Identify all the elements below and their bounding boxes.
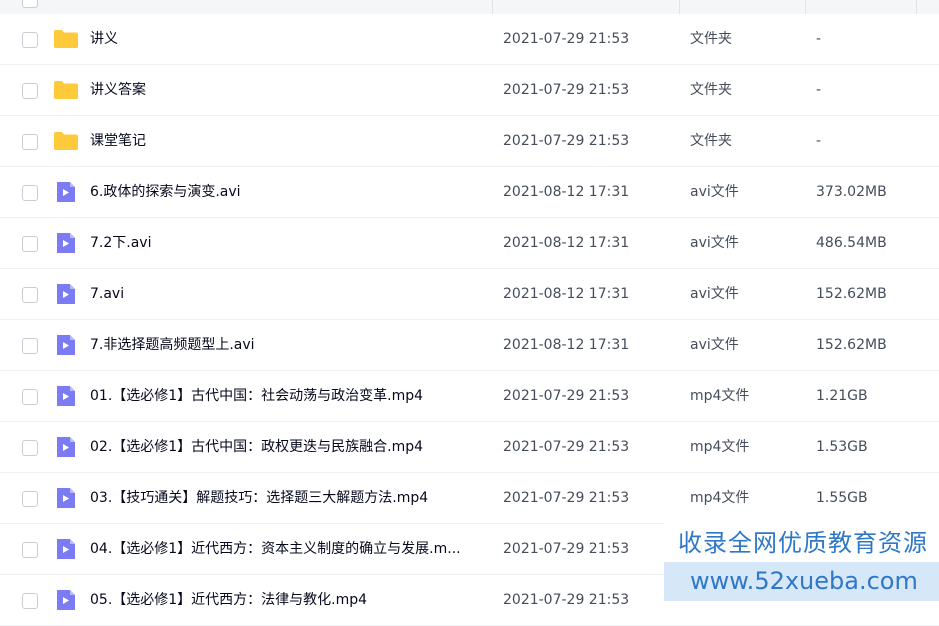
- watermark-url: www.52xueba.com: [690, 567, 918, 595]
- row-checkbox[interactable]: [22, 32, 38, 48]
- row-checkbox[interactable]: [22, 389, 38, 405]
- file-type: 文件夹: [690, 82, 732, 98]
- file-name[interactable]: 讲义答案: [90, 80, 146, 100]
- video-file-icon: [53, 181, 79, 203]
- file-name[interactable]: 01.【选必修1】古代中国：社会动荡与政治变革.mp4: [90, 386, 423, 406]
- row-checkbox[interactable]: [22, 185, 38, 201]
- video-file-icon: [53, 487, 79, 509]
- file-row[interactable]: 01.【选必修1】古代中国：社会动荡与政治变革.mp4 2021-07-29 21…: [0, 371, 939, 422]
- modified-date: 2021-08-12 17:31: [503, 286, 630, 302]
- modified-date: 2021-07-29 21:53: [503, 592, 630, 608]
- modified-date: 2021-07-29 21:53: [503, 541, 630, 557]
- file-name[interactable]: 7.avi: [90, 284, 124, 304]
- file-row[interactable]: 讲义答案 2021-07-29 21:53 文件夹 -: [0, 65, 939, 116]
- row-checkbox[interactable]: [22, 236, 38, 252]
- file-size: -: [816, 133, 822, 149]
- file-name[interactable]: 7.非选择题高频题型上.avi: [90, 335, 255, 355]
- file-size: -: [816, 82, 822, 98]
- file-size: 1.53GB: [816, 439, 868, 455]
- file-row[interactable]: 6.政体的探索与演变.avi 2021-08-12 17:31 avi文件 373.0…: [0, 167, 939, 218]
- file-size: 1.21GB: [816, 388, 868, 404]
- file-name[interactable]: 6.政体的探索与演变.avi: [90, 182, 241, 202]
- file-type: mp4文件: [690, 439, 750, 455]
- file-type: 文件夹: [690, 31, 732, 47]
- file-row[interactable]: 讲义 2021-07-29 21:53 文件夹 -: [0, 14, 939, 65]
- row-checkbox[interactable]: [22, 134, 38, 150]
- file-size: -: [816, 31, 822, 47]
- modified-date: 2021-07-29 21:53: [503, 388, 630, 404]
- modified-date: 2021-07-29 21:53: [503, 133, 630, 149]
- watermark: 收录全网优质教育资源 www.52xueba.com: [664, 522, 939, 601]
- modified-date: 2021-08-12 17:31: [503, 235, 630, 251]
- file-row[interactable]: 7.非选择题高频题型上.avi 2021-08-12 17:31 avi文件 152.…: [0, 320, 939, 371]
- file-name[interactable]: 7.2下.avi: [90, 233, 151, 253]
- file-row[interactable]: 7.avi 2021-08-12 17:31 avi文件 152.62MB: [0, 269, 939, 320]
- file-size: 486.54MB: [816, 235, 887, 251]
- modified-date: 2021-07-29 21:53: [503, 31, 630, 47]
- watermark-slogan: 收录全网优质教育资源: [678, 529, 928, 557]
- folder-icon: [53, 130, 79, 152]
- column-header-type[interactable]: [680, 0, 806, 14]
- file-name[interactable]: 讲义: [90, 29, 118, 49]
- folder-icon: [53, 28, 79, 50]
- modified-date: 2021-07-29 21:53: [503, 490, 630, 506]
- video-file-icon: [53, 436, 79, 458]
- file-type: avi文件: [690, 184, 739, 200]
- file-type: mp4文件: [690, 388, 750, 404]
- row-checkbox[interactable]: [22, 338, 38, 354]
- video-file-icon: [53, 334, 79, 356]
- video-file-icon: [53, 385, 79, 407]
- column-header-date[interactable]: [493, 0, 680, 14]
- column-header-size[interactable]: [806, 0, 917, 14]
- file-list-header: [0, 0, 939, 14]
- file-row[interactable]: 7.2下.avi 2021-08-12 17:31 avi文件 486.54MB: [0, 218, 939, 269]
- modified-date: 2021-08-12 17:31: [503, 184, 630, 200]
- file-name[interactable]: 03.【技巧通关】解题技巧：选择题三大解题方法.mp4: [90, 488, 428, 508]
- file-type: mp4文件: [690, 490, 750, 506]
- file-row[interactable]: 03.【技巧通关】解题技巧：选择题三大解题方法.mp4 2021-07-29 21…: [0, 473, 939, 524]
- file-row[interactable]: 02.【选必修1】古代中国：政权更迭与民族融合.mp4 2021-07-29 21…: [0, 422, 939, 473]
- row-checkbox[interactable]: [22, 440, 38, 456]
- file-row[interactable]: 课堂笔记 2021-07-29 21:53 文件夹 -: [0, 116, 939, 167]
- video-file-icon: [53, 538, 79, 560]
- modified-date: 2021-08-12 17:31: [503, 337, 630, 353]
- row-checkbox[interactable]: [22, 83, 38, 99]
- folder-icon: [53, 79, 79, 101]
- file-size: 1.55GB: [816, 490, 868, 506]
- file-type: avi文件: [690, 286, 739, 302]
- column-header-name[interactable]: [0, 0, 493, 14]
- row-checkbox[interactable]: [22, 593, 38, 609]
- file-name[interactable]: 02.【选必修1】古代中国：政权更迭与民族融合.mp4: [90, 437, 423, 457]
- modified-date: 2021-07-29 21:53: [503, 439, 630, 455]
- modified-date: 2021-07-29 21:53: [503, 82, 630, 98]
- row-checkbox[interactable]: [22, 542, 38, 558]
- file-size: 152.62MB: [816, 286, 887, 302]
- video-file-icon: [53, 232, 79, 254]
- file-type: avi文件: [690, 337, 739, 353]
- row-checkbox[interactable]: [22, 491, 38, 507]
- file-type: 文件夹: [690, 133, 732, 149]
- file-type: avi文件: [690, 235, 739, 251]
- file-name[interactable]: 05.【选必修1】近代西方：法律与教化.mp4: [90, 590, 367, 610]
- row-checkbox[interactable]: [22, 287, 38, 303]
- file-size: 152.62MB: [816, 337, 887, 353]
- video-file-icon: [53, 589, 79, 611]
- file-size: 373.02MB: [816, 184, 887, 200]
- file-name[interactable]: 课堂笔记: [90, 131, 146, 151]
- file-name[interactable]: 04.【选必修1】近代西方：资本主义制度的确立与发展.m...: [90, 539, 461, 559]
- video-file-icon: [53, 283, 79, 305]
